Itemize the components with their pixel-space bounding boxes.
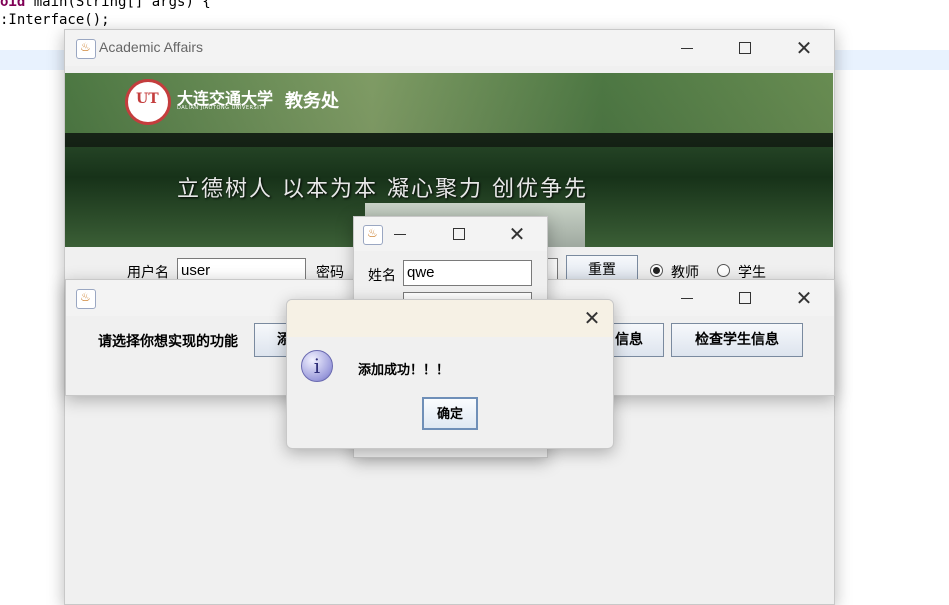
banner-slogan: 立德树人 以本为本 凝心聚力 创优争先 [177, 177, 588, 202]
window-title: Academic Affairs [99, 39, 204, 55]
check-student-info-button[interactable]: 检查学生信息 [671, 323, 803, 357]
function-prompt: 请选择你想实现的功能 [98, 334, 238, 350]
logo-text: UT [136, 91, 159, 107]
maximize-icon[interactable] [735, 288, 755, 308]
banner-shadow-strip [65, 133, 833, 147]
minimize-icon[interactable] [677, 288, 697, 308]
student-radio[interactable] [717, 264, 730, 277]
minimize-icon[interactable] [677, 38, 697, 58]
maximize-icon[interactable] [735, 38, 755, 58]
university-logo: UT [125, 79, 171, 125]
name-label: 姓名 [368, 268, 396, 284]
add-window-titlebar[interactable]: ✕ [354, 217, 547, 251]
java-app-icon [76, 289, 96, 309]
close-icon[interactable]: ✕ [507, 224, 527, 244]
code-keyword: oid [0, 0, 26, 10]
code-text: main(String[] args) { [25, 0, 211, 10]
minimize-icon[interactable] [390, 224, 410, 244]
java-app-icon [363, 225, 383, 245]
close-icon[interactable]: ✕ [794, 288, 814, 308]
ok-button[interactable]: 确定 [422, 397, 478, 430]
maximize-icon[interactable] [449, 224, 469, 244]
main-window-titlebar[interactable]: Academic Affairs ✕ [65, 30, 834, 66]
code-line-2: :Interface(); [0, 12, 110, 28]
close-icon[interactable]: ✕ [582, 308, 602, 328]
message-dialog: ✕ i 添加成功！！！ 确定 [286, 299, 614, 449]
dialog-titlebar[interactable]: ✕ [287, 300, 613, 337]
teacher-radio[interactable] [650, 264, 663, 277]
school-name-en: DALIAN JIAOTONG UNIVERSITY [177, 105, 267, 111]
close-icon[interactable]: ✕ [794, 38, 814, 58]
info-icon: i [301, 350, 333, 382]
office-name: 教务处 [285, 91, 339, 112]
java-app-icon [76, 39, 96, 59]
code-line-1: oid main(String[] args) { [0, 0, 211, 10]
name-field[interactable]: qwe [403, 260, 532, 286]
dialog-message: 添加成功！！！ [358, 363, 450, 378]
